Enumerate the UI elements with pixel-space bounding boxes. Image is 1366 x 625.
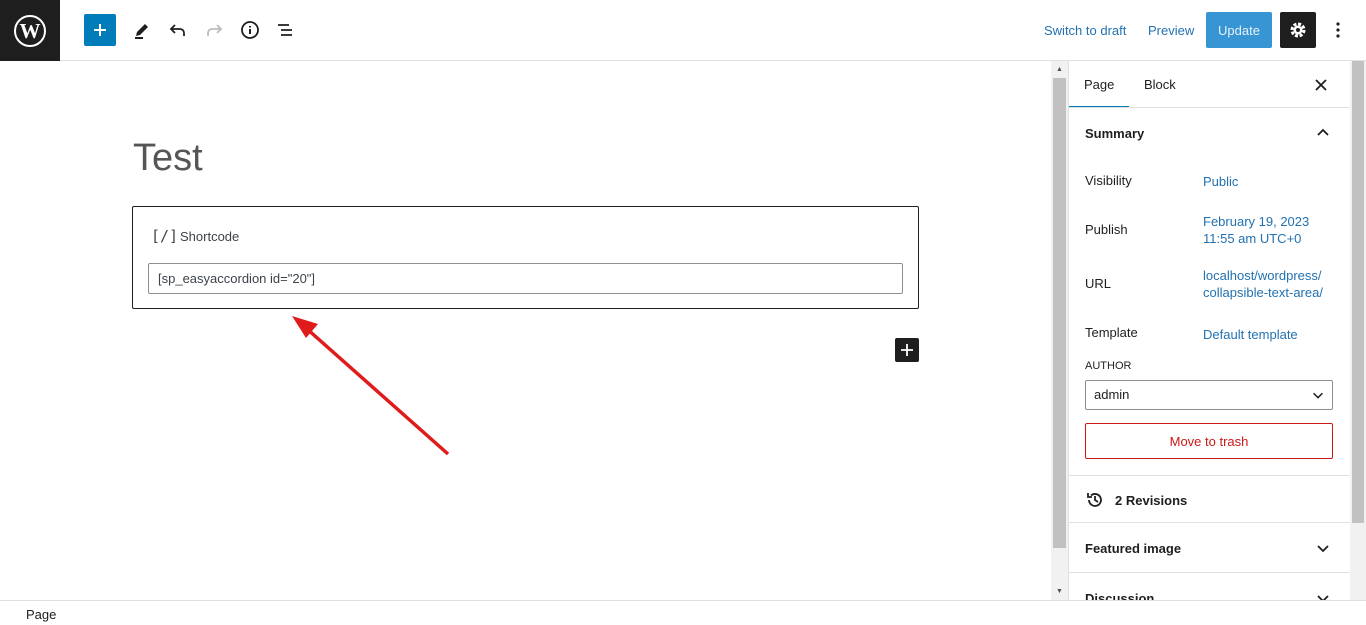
shortcode-label: Shortcode — [180, 229, 240, 244]
url-value[interactable]: localhost/wordpress/ collapsible-text-ar… — [1203, 267, 1323, 301]
undo-button[interactable] — [161, 13, 195, 47]
add-block-button[interactable] — [84, 14, 116, 46]
close-icon — [1315, 79, 1327, 91]
url-line-1: localhost/wordpress/ — [1203, 268, 1322, 283]
options-button[interactable] — [1328, 14, 1348, 46]
editor-header: W Switch to draft Preview Update — [0, 0, 1366, 61]
summary-panel-header[interactable]: Summary — [1069, 107, 1350, 159]
sidebar-scroll-thumb[interactable] — [1352, 61, 1364, 523]
breadcrumb-page[interactable]: Page — [26, 607, 56, 622]
wordpress-logo[interactable]: W — [0, 0, 60, 61]
visibility-value[interactable]: Public — [1203, 173, 1238, 190]
author-label: AUTHOR — [1085, 360, 1132, 372]
author-select[interactable]: admin — [1085, 380, 1333, 410]
plus-icon — [94, 24, 106, 36]
preview-button[interactable]: Preview — [1148, 23, 1194, 38]
list-view-icon — [278, 24, 292, 36]
redo-button[interactable] — [197, 13, 231, 47]
settings-sidebar: Page Block Summary Visibility Public Pub… — [1068, 61, 1350, 600]
list-view-button[interactable] — [269, 13, 303, 47]
pencil-icon — [135, 24, 148, 39]
more-vertical-icon — [1336, 22, 1340, 38]
revisions-button[interactable]: 2 Revisions — [1085, 490, 1187, 510]
annotation-arrow-icon — [292, 316, 450, 456]
history-icon — [1087, 493, 1102, 507]
canvas-scroll-thumb[interactable] — [1053, 78, 1066, 548]
shortcode-input[interactable]: [sp_easyaccordion id="20"] — [148, 263, 903, 294]
chevron-down-icon — [1317, 595, 1329, 600]
scroll-up-icon[interactable]: ▲ — [1055, 65, 1064, 73]
details-button[interactable] — [233, 13, 267, 47]
publish-date-value[interactable]: February 19, 2023 11:55 am UTC+0 — [1203, 213, 1309, 247]
featured-image-title: Featured image — [1085, 540, 1182, 556]
tab-page[interactable]: Page — [1069, 61, 1130, 108]
plus-icon — [901, 344, 913, 356]
move-to-trash-button[interactable]: Move to trash — [1085, 423, 1333, 459]
chevron-down-icon — [1313, 392, 1323, 399]
editor-canvas: Test [/] Shortcode [sp_easyaccordion id=… — [0, 61, 1051, 600]
shortcode-icon: [/] — [151, 227, 179, 245]
publish-label: Publish — [1085, 222, 1128, 237]
discussion-panel-header[interactable]: Discussion — [1069, 572, 1350, 600]
page-title[interactable]: Test — [133, 137, 203, 180]
switch-to-draft-button[interactable]: Switch to draft — [1044, 23, 1126, 38]
publish-date: February 19, 2023 — [1203, 214, 1310, 229]
publish-time: 11:55 am UTC+0 — [1203, 231, 1302, 246]
undo-icon — [169, 24, 185, 36]
sidebar-scrollbar[interactable] — [1350, 61, 1366, 600]
discussion-title: Discussion — [1085, 590, 1155, 601]
visibility-label: Visibility — [1085, 173, 1132, 188]
redo-icon — [207, 24, 223, 36]
tools-button[interactable] — [125, 13, 159, 47]
url-line-2: collapsible-text-area/ — [1203, 285, 1323, 300]
tab-block[interactable]: Block — [1144, 61, 1176, 108]
block-breadcrumb-bar: Page — [0, 600, 1366, 625]
info-icon — [241, 21, 259, 39]
scroll-down-icon[interactable]: ▼ — [1055, 587, 1064, 595]
panel-divider — [1069, 475, 1350, 476]
featured-image-panel-header[interactable]: Featured image — [1069, 522, 1350, 574]
wordpress-icon: W — [14, 14, 46, 47]
revisions-label: 2 Revisions — [1115, 492, 1188, 508]
close-sidebar-button[interactable] — [1309, 73, 1333, 97]
url-label: URL — [1085, 276, 1112, 291]
gear-icon — [1290, 22, 1306, 38]
update-button[interactable]: Update — [1206, 12, 1272, 48]
canvas-scrollbar[interactable]: ▲ ▼ — [1051, 61, 1068, 600]
settings-button[interactable] — [1280, 12, 1316, 48]
summary-title: Summary — [1085, 125, 1145, 141]
template-label: Template — [1085, 325, 1138, 340]
block-inserter-button[interactable] — [895, 338, 919, 362]
svg-text:W: W — [20, 19, 41, 43]
chevron-down-icon — [1317, 545, 1329, 553]
shortcode-block[interactable]: [/] Shortcode [sp_easyaccordion id="20"] — [132, 206, 919, 309]
chevron-up-icon — [1317, 128, 1329, 136]
template-value[interactable]: Default template — [1203, 326, 1298, 343]
author-selected-value: admin — [1094, 387, 1130, 402]
